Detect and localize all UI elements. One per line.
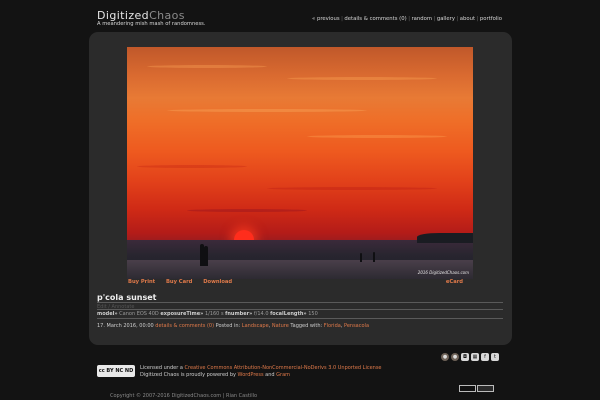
exif-value-exposure: 1/160 s xyxy=(204,311,224,317)
category-landscape-link[interactable]: Landscape xyxy=(242,323,269,329)
exif-value-model: Canon EOS 40D xyxy=(119,311,159,317)
details-comments-link[interactable]: details & comments (0) xyxy=(155,323,214,329)
license-link[interactable]: Creative Commons Attribution-NonCommerci… xyxy=(185,365,382,371)
post-meta: 17. March 2016, 00:00 details & comments… xyxy=(97,323,370,329)
exif-key-focal: focalLength» xyxy=(270,311,307,317)
license-text: Licensed under a Creative Commons Attrib… xyxy=(140,365,382,379)
exif-key-model: model» xyxy=(97,311,118,317)
search-input[interactable] xyxy=(459,385,476,392)
buy-card-link[interactable]: Buy Card xyxy=(166,279,192,285)
exif-info: model» Canon EOS 40D exposureTime» 1/160… xyxy=(97,311,318,317)
download-link[interactable]: Download xyxy=(203,279,232,285)
tag-pensacola-link[interactable]: Pensacola xyxy=(344,323,369,329)
buy-print-link[interactable]: Buy Print xyxy=(128,279,155,285)
photo-watermark: 2016 DigitizedChaos.com xyxy=(417,270,469,275)
facebook-icon[interactable]: f xyxy=(481,353,489,361)
exif-value-fnumber: f/14.0 xyxy=(253,311,269,317)
500px-icon[interactable]: ▦ xyxy=(471,353,479,361)
main-photo[interactable]: 2016 DigitizedChaos.com xyxy=(127,47,473,279)
gram-link[interactable]: Gram xyxy=(276,372,290,378)
sun xyxy=(234,230,254,240)
nav-random-link[interactable]: random xyxy=(411,16,432,22)
post-date: 17. March 2016, 00:00 xyxy=(97,323,154,329)
instagram-icon[interactable]: ◘ xyxy=(461,353,469,361)
flickr-icon[interactable]: ● xyxy=(441,353,449,361)
ecard-link[interactable]: eCard xyxy=(446,279,463,285)
smugmug-icon[interactable]: ● xyxy=(451,353,459,361)
wordpress-link[interactable]: WordPress xyxy=(238,372,264,378)
nav-gallery-link[interactable]: gallery xyxy=(437,16,455,22)
powered-prefix: Digitized Chaos is proudly powered by xyxy=(140,372,236,378)
copyright-text: Copyright © 2007-2016 DigitizedChaos.com… xyxy=(110,393,258,399)
photo-actions: Buy Print Buy Card Download eCard xyxy=(128,279,472,285)
exif-key-fnumber: fnumber» xyxy=(225,311,253,317)
post-title: p'cola sunset xyxy=(97,293,157,302)
tag-florida-link[interactable]: Florida xyxy=(324,323,341,329)
nav-about-link[interactable]: about xyxy=(460,16,475,22)
search-button[interactable] xyxy=(477,385,494,392)
site-tagline: A meandering mish mash of randomness. xyxy=(97,21,206,27)
social-icons: ● ● ◘ ▦ f t xyxy=(441,353,499,361)
nav-portfolio-link[interactable]: portfolio xyxy=(480,16,502,22)
title-divider xyxy=(97,302,503,303)
exif-key-exposure: exposureTime» xyxy=(160,311,204,317)
exif-divider-top xyxy=(97,309,503,310)
tumblr-icon[interactable]: t xyxy=(491,353,499,361)
site-logo[interactable]: DigitizedChaos xyxy=(97,10,185,21)
category-nature-link[interactable]: Nature xyxy=(272,323,289,329)
tagged-with-label: Tagged with: xyxy=(290,323,323,329)
exif-value-focal: 150 xyxy=(308,311,318,317)
licensed-prefix: Licensed under a xyxy=(140,365,183,371)
exif-divider-bottom xyxy=(97,318,503,319)
nav-previous-link[interactable]: « previous xyxy=(312,16,340,22)
nav-details-comments-link[interactable]: details & comments (0) xyxy=(344,16,406,22)
dunes xyxy=(417,233,473,243)
posted-in-label: Posted in: xyxy=(215,323,241,329)
top-navigation: « previous | details & comments (0) | random… xyxy=(312,16,502,22)
cc-license-badge[interactable]: cc BY NC ND xyxy=(97,365,135,377)
and-text: and xyxy=(265,372,275,378)
